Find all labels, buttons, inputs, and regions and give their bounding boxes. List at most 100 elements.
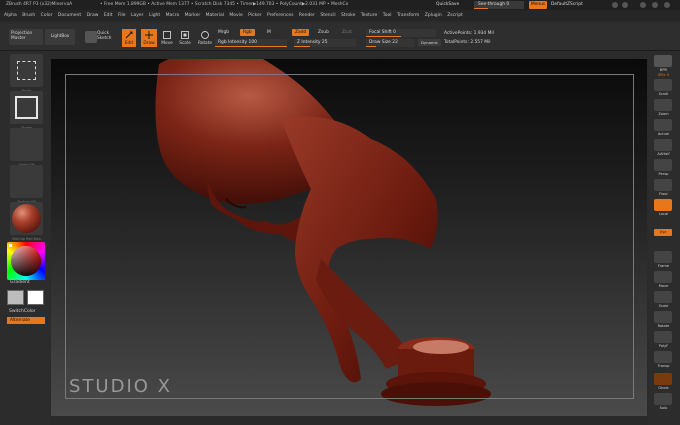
stroke-thumbnail[interactable]: [10, 91, 43, 124]
memory-stats: • Free Mem 1.899GB • Active Mem 1377 • S…: [100, 2, 349, 7]
document-canvas[interactable]: STUDIO X: [51, 59, 647, 416]
transp-icon[interactable]: [654, 351, 672, 363]
switch-color-button[interactable]: SwitchColor: [9, 309, 36, 314]
move-button[interactable]: Move: [160, 29, 174, 47]
menu-macro[interactable]: Macro: [166, 10, 180, 21]
menu-preferences[interactable]: Preferences: [267, 10, 293, 21]
draw-icon: [145, 31, 153, 39]
brush-thumbnail[interactable]: [10, 54, 43, 87]
scale-view-label: Scale: [658, 304, 669, 308]
zoom-label: Zoom: [658, 112, 669, 116]
draw-size-label: Draw Size 22: [369, 40, 398, 45]
menu-document[interactable]: Document: [58, 10, 81, 21]
menu-render[interactable]: Render: [299, 10, 315, 21]
scale-button[interactable]: Scale: [178, 29, 192, 47]
scroll-icon[interactable]: [654, 79, 672, 91]
m-toggle[interactable]: M: [267, 30, 271, 35]
texture-thumbnail[interactable]: [10, 165, 43, 198]
help-icon[interactable]: [612, 2, 618, 8]
menu-material[interactable]: Material: [206, 10, 224, 21]
transp-label: Transp: [657, 364, 670, 368]
alternate-button[interactable]: Alternate: [7, 317, 45, 324]
rotate-view-label: Rotate: [657, 324, 670, 328]
edit-label: Edit: [124, 41, 134, 46]
local-icon[interactable]: [654, 199, 672, 211]
spix-label[interactable]: SPix 3: [651, 73, 676, 77]
default-zscript-button[interactable]: DefaultZScript: [551, 0, 583, 10]
main-color-swatch[interactable]: [7, 290, 24, 305]
draw-button[interactable]: Draw: [141, 29, 157, 47]
rgb-toggle[interactable]: Rgb: [240, 29, 255, 36]
menu-edit[interactable]: Edit: [104, 10, 113, 21]
menu-file[interactable]: File: [118, 10, 126, 21]
dynamic-toggle[interactable]: Dynamic: [418, 39, 441, 46]
secondary-color-swatch[interactable]: [27, 290, 44, 305]
rotate-button[interactable]: Rotate: [197, 29, 213, 47]
gradient-label[interactable]: Gradient: [10, 280, 30, 285]
solo-icon[interactable]: [654, 393, 672, 405]
quick-sketch-icon[interactable]: [85, 31, 97, 43]
alpha-thumbnail[interactable]: [10, 128, 43, 161]
mrgb-toggle[interactable]: Mrgb: [218, 30, 229, 35]
menu-alpha[interactable]: Alpha: [4, 10, 17, 21]
menu-zscript[interactable]: Zscript: [447, 10, 463, 21]
focal-shift-label: Focal Shift 0: [369, 30, 396, 35]
aahalf-icon[interactable]: [654, 139, 672, 151]
quicksave-button[interactable]: QuickSave: [436, 2, 459, 8]
zcut-toggle[interactable]: Zcut: [342, 30, 352, 35]
material-label: MatCap Red Wax: [12, 237, 41, 241]
edit-button[interactable]: Edit: [122, 29, 136, 47]
menu-tool[interactable]: Tool: [383, 10, 392, 21]
material-thumbnail[interactable]: [10, 202, 43, 235]
frame-icon[interactable]: [654, 251, 672, 263]
z-intensity-slider[interactable]: Z Intensity 25: [294, 39, 356, 47]
brush-icon: [17, 61, 36, 80]
bpr-label: BPR: [659, 68, 668, 72]
scale-view-icon[interactable]: [654, 291, 672, 303]
focal-shift-slider[interactable]: Focal Shift 0: [366, 29, 436, 37]
minimize-icon[interactable]: [640, 2, 646, 8]
menu-picker[interactable]: Picker: [248, 10, 261, 21]
ghost-label: Ghost: [658, 386, 669, 390]
menu-light[interactable]: Light: [149, 10, 160, 21]
rgb-intensity-slider[interactable]: Rgb Intensity 100: [215, 39, 287, 47]
scale-icon: [181, 31, 189, 39]
z-intensity-label: Z Intensity 25: [297, 40, 328, 45]
ghost-icon[interactable]: [654, 373, 672, 385]
menu-zplugin[interactable]: Zplugin: [425, 10, 442, 21]
move-label: Move: [161, 41, 173, 46]
edit-icon: [125, 31, 133, 39]
menu-transform[interactable]: Transform: [397, 10, 419, 21]
menu-draw[interactable]: Draw: [87, 10, 99, 21]
floor-icon[interactable]: [654, 179, 672, 191]
layout-icon[interactable]: [622, 2, 628, 8]
menu-texture[interactable]: Texture: [361, 10, 377, 21]
polyf-icon[interactable]: [654, 331, 672, 343]
maximize-icon[interactable]: [652, 2, 658, 8]
zoom-icon[interactable]: [654, 99, 672, 111]
menu-movie[interactable]: Movie: [229, 10, 242, 21]
menu-stroke[interactable]: Stroke: [341, 10, 355, 21]
rotate-view-icon[interactable]: [654, 311, 672, 323]
projection-master-button[interactable]: Projection Master: [9, 29, 43, 45]
zadd-toggle[interactable]: Zadd: [292, 29, 310, 36]
menu-brush[interactable]: Brush: [22, 10, 35, 21]
bpr-icon[interactable]: [654, 55, 672, 67]
lightbox-button[interactable]: LightBox: [45, 29, 75, 45]
color-hue-ring[interactable]: [7, 242, 45, 280]
see-through-slider[interactable]: See-through 0: [474, 1, 524, 9]
zsub-toggle[interactable]: Zsub: [318, 30, 329, 35]
persp-icon[interactable]: [654, 159, 672, 171]
menu-bar: Alpha Brush Color Document Draw Edit Fil…: [0, 10, 680, 21]
menu-color[interactable]: Color: [41, 10, 53, 21]
move-view-icon[interactable]: [654, 271, 672, 283]
rgb-intensity-label: Rgb Intensity 100: [218, 40, 257, 45]
menu-marker[interactable]: Marker: [185, 10, 201, 21]
xyz-toggle[interactable]: Xyz: [654, 229, 672, 236]
menu-layer[interactable]: Layer: [131, 10, 144, 21]
close-icon[interactable]: [664, 2, 670, 8]
actual-icon[interactable]: [654, 119, 672, 131]
menus-toggle[interactable]: Menus: [529, 1, 547, 9]
menu-stencil[interactable]: Stencil: [320, 10, 335, 21]
draw-size-slider[interactable]: Draw Size 22: [366, 39, 414, 47]
